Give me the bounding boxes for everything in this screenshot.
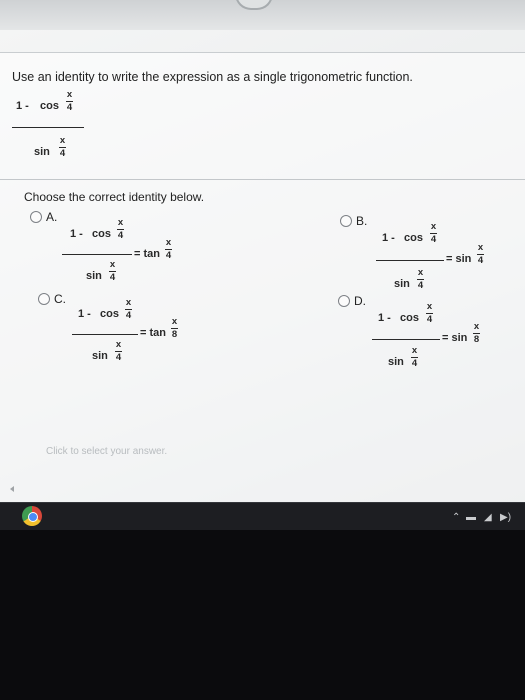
option-d-expression: 1 - cos x4 = sin x8 sin x4 xyxy=(372,300,513,370)
tab-notch xyxy=(235,0,273,10)
option-b-one-minus: 1 - xyxy=(382,232,395,244)
option-c-rhs-fraction: x8 xyxy=(171,316,178,340)
chrome-icon[interactable] xyxy=(22,506,42,526)
question-screen: Use an identity to write the expression … xyxy=(0,30,525,502)
option-b-expression: 1 - cos x4 = sin x4 sin x4 xyxy=(376,220,517,291)
option-a-den-fraction: x4 xyxy=(109,259,116,283)
option-a-letter: A. xyxy=(46,210,58,224)
option-b-radio[interactable] xyxy=(340,215,352,227)
option-d-num-fraction: x4 xyxy=(426,301,433,325)
expr-sin: sin xyxy=(34,146,50,158)
option-d-cos: cos xyxy=(400,312,419,324)
battery-icon[interactable]: ▬ xyxy=(466,512,476,523)
option-c-one-minus: 1 - xyxy=(78,308,91,320)
option-c-letter: C. xyxy=(54,292,66,306)
select-answer-hint: Click to select your answer. xyxy=(46,446,168,457)
option-c-radio[interactable] xyxy=(38,293,50,305)
option-c-den-fraction: x4 xyxy=(115,339,122,363)
option-a-rhs-fraction: x4 xyxy=(165,237,172,261)
option-a-expression: 1 - cos x4 = tan x4 sin x4 xyxy=(62,217,200,288)
option-d-den-fraction: x4 xyxy=(411,345,418,369)
expr-den-four: 4 xyxy=(59,148,66,159)
expr-num-four: 4 xyxy=(66,102,73,113)
expr-one-minus: 1 - xyxy=(16,100,29,112)
question-expression: 1 - cos x 4 sin x 4 xyxy=(12,90,92,172)
option-b-cos: cos xyxy=(404,232,423,244)
option-a[interactable]: A. 1 - cos x4 = tan x4 sin x4 xyxy=(30,210,210,290)
option-a-cos: cos xyxy=(92,228,111,240)
expr-num-x: x xyxy=(66,89,73,100)
option-d-sin: sin xyxy=(388,356,404,368)
option-b-rhs-fraction: x4 xyxy=(477,242,484,266)
option-b-num-fraction: x4 xyxy=(430,221,437,245)
expr-cos: cos xyxy=(40,100,59,112)
option-b-letter: B. xyxy=(356,214,368,228)
option-d-letter: D. xyxy=(354,294,366,308)
option-c-num-fraction: x4 xyxy=(125,297,132,321)
option-a-sin: sin xyxy=(86,270,102,282)
volume-icon[interactable]: ▶) xyxy=(500,512,511,523)
option-a-radio[interactable] xyxy=(30,211,42,223)
question-prompt: Use an identity to write the expression … xyxy=(12,70,413,84)
option-b-sin: sin xyxy=(394,278,410,290)
option-d-rhs-fraction: x8 xyxy=(473,321,480,345)
option-b[interactable]: B. 1 - cos x4 = sin x4 sin x4 xyxy=(340,214,520,294)
browser-top-strip xyxy=(0,0,525,30)
option-a-rhs: = tan xyxy=(134,248,160,260)
option-b-rhs: = sin xyxy=(446,253,472,265)
chevron-up-icon[interactable]: ⌃ xyxy=(452,512,460,523)
wifi-icon[interactable]: ◢ xyxy=(484,512,492,523)
option-b-den-fraction: x4 xyxy=(417,267,424,291)
option-a-num-fraction: x4 xyxy=(117,217,124,241)
option-c-cos: cos xyxy=(100,308,119,320)
option-c-rhs: = tan xyxy=(140,327,166,339)
taskbar xyxy=(0,502,525,530)
option-d[interactable]: D. 1 - cos x4 = sin x8 sin x4 xyxy=(338,294,518,374)
option-c-expression: 1 - cos x4 = tan x8 sin x4 xyxy=(72,297,208,368)
option-a-one-minus: 1 - xyxy=(70,228,83,240)
divider xyxy=(0,179,525,180)
choose-label: Choose the correct identity below. xyxy=(24,190,205,204)
collapse-arrow-icon[interactable] xyxy=(10,486,14,492)
expr-den-fraction: x 4 xyxy=(59,136,66,159)
expr-num-fraction: x 4 xyxy=(66,90,73,113)
option-d-one-minus: 1 - xyxy=(378,312,391,324)
expr-den-x: x xyxy=(59,135,66,146)
option-d-rhs: = sin xyxy=(442,332,468,344)
option-c-sin: sin xyxy=(92,350,108,362)
option-c[interactable]: C. 1 - cos x4 = tan x8 sin x4 xyxy=(38,292,218,372)
option-d-radio[interactable] xyxy=(338,295,350,307)
